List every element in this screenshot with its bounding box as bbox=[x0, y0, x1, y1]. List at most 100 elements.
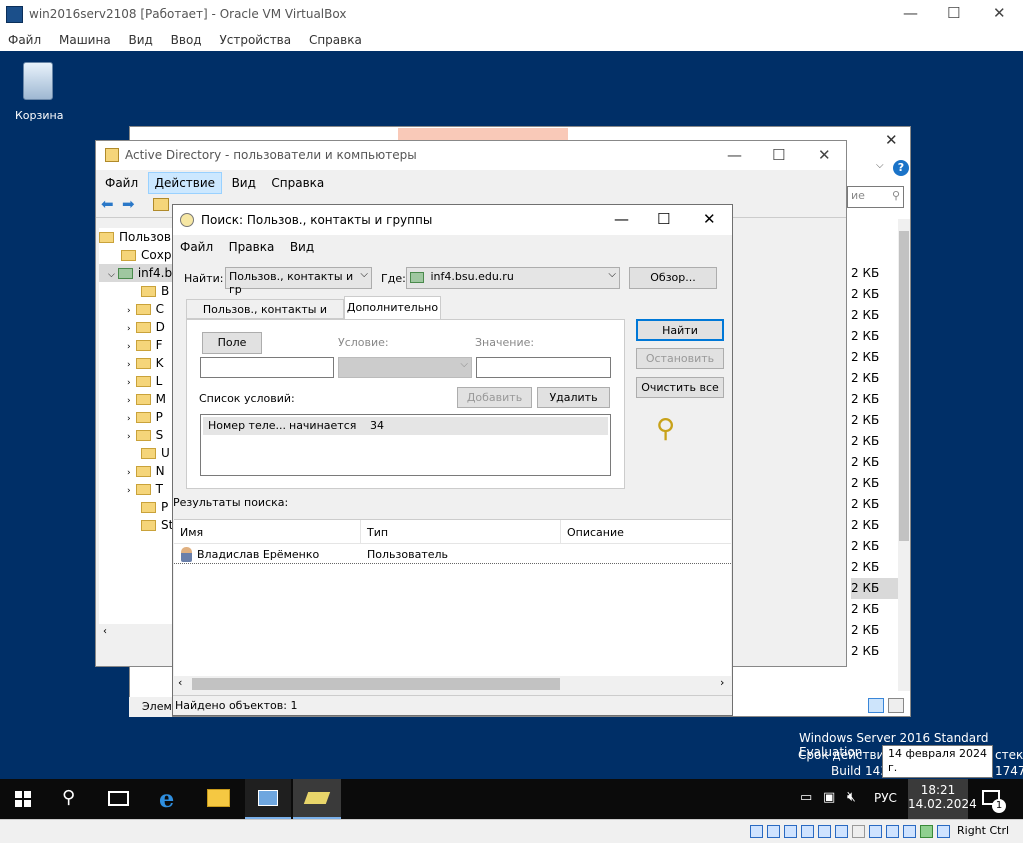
vbox-menu-input[interactable]: Ввод bbox=[171, 33, 202, 47]
col-description[interactable]: Описание bbox=[567, 526, 624, 539]
close-icon[interactable]: ✕ bbox=[993, 4, 1006, 22]
vbox-menu-help[interactable]: Справка bbox=[309, 33, 362, 47]
maximize-icon[interactable]: ☐ bbox=[657, 210, 670, 228]
tree-item[interactable]: › P bbox=[99, 408, 172, 426]
tree-domain[interactable]: ⌵ inf4.b bbox=[99, 264, 172, 282]
tree-item[interactable]: › D bbox=[99, 318, 172, 336]
remove-condition-button[interactable]: Удалить bbox=[537, 387, 610, 408]
search-taskbar-button[interactable] bbox=[293, 779, 341, 819]
value-input[interactable] bbox=[476, 357, 611, 378]
explorer-search-box[interactable]: ие ⚲ bbox=[847, 186, 904, 208]
size-cell-selected[interactable]: 2 КБ bbox=[851, 578, 903, 599]
tree-item[interactable]: P bbox=[99, 498, 172, 516]
file-explorer-icon[interactable] bbox=[207, 789, 230, 807]
usb-icon[interactable] bbox=[818, 824, 831, 838]
language-indicator[interactable]: РУС bbox=[874, 791, 897, 805]
audio-icon[interactable] bbox=[784, 824, 797, 838]
browse-button[interactable]: Обзор... bbox=[629, 267, 717, 289]
tree-item[interactable]: › N bbox=[99, 462, 172, 480]
vbox-menu-devices[interactable]: Устройства bbox=[219, 33, 291, 47]
field-button[interactable]: Поле bbox=[202, 332, 262, 354]
condition-list[interactable]: Номер теле... начинается 34 bbox=[200, 414, 611, 476]
minimize-icon[interactable]: — bbox=[903, 4, 918, 22]
hdd-icon[interactable] bbox=[750, 824, 763, 838]
video-capture-icon[interactable] bbox=[869, 824, 882, 838]
vt-icon[interactable] bbox=[903, 824, 916, 838]
close-icon[interactable]: ✕ bbox=[703, 210, 716, 228]
ad-menu-view[interactable]: Вид bbox=[226, 173, 262, 193]
col-type[interactable]: Тип bbox=[367, 526, 388, 539]
ad-menu-file[interactable]: Файл bbox=[99, 173, 144, 193]
col-name[interactable]: Имя bbox=[180, 526, 203, 539]
tree-item[interactable]: › S bbox=[99, 426, 172, 444]
ad-menu-action[interactable]: Действие bbox=[147, 172, 223, 194]
tiles-view-icon[interactable] bbox=[888, 698, 904, 713]
forward-arrow-icon[interactable]: ➡ bbox=[122, 195, 135, 213]
speaker-muted-icon[interactable]: 🔇︎ bbox=[847, 789, 856, 805]
ad-tree-hscroll[interactable]: ‹ bbox=[99, 624, 172, 640]
clock[interactable]: 18:21 14.02.2024 bbox=[908, 779, 977, 819]
find-now-button[interactable]: Найти bbox=[636, 319, 724, 341]
network-adapter-icon[interactable] bbox=[801, 824, 814, 838]
details-view-icon[interactable] bbox=[868, 698, 884, 713]
col-divider bbox=[360, 520, 361, 543]
find-select[interactable]: Пользов., контакты и гр ⌵ bbox=[225, 267, 372, 296]
cpu-icon[interactable] bbox=[886, 824, 899, 838]
optical-drive-icon[interactable] bbox=[767, 824, 780, 838]
tree-item[interactable]: › K bbox=[99, 354, 172, 372]
tree-item[interactable]: › C bbox=[99, 300, 172, 318]
shared-folders-icon[interactable] bbox=[835, 824, 848, 838]
tab-advanced[interactable]: Дополнительно bbox=[344, 296, 441, 320]
recycle-bin-icon[interactable] bbox=[19, 62, 57, 106]
vbox-menu-file[interactable]: Файл bbox=[8, 33, 41, 47]
task-view-icon[interactable] bbox=[108, 791, 129, 806]
add-condition-button[interactable]: Добавить bbox=[457, 387, 532, 408]
condition-select[interactable]: ⌵ bbox=[338, 357, 472, 378]
chevron-down-icon[interactable]: ⌵ bbox=[876, 160, 884, 171]
help-icon[interactable]: ? bbox=[893, 160, 909, 176]
tree-item[interactable]: › F bbox=[99, 336, 172, 354]
display-icon[interactable] bbox=[852, 824, 865, 838]
tab-users-contacts-groups[interactable]: Пользов., контакты и группы bbox=[186, 299, 344, 335]
tree-item[interactable]: › L bbox=[99, 372, 172, 390]
maximize-icon[interactable]: ☐ bbox=[772, 146, 785, 164]
tree-saved-queries[interactable]: Сохр bbox=[99, 246, 172, 264]
minimize-icon[interactable]: — bbox=[727, 146, 742, 164]
power-icon[interactable]: ▭ bbox=[800, 790, 812, 805]
scroll-thumb[interactable] bbox=[192, 678, 560, 690]
maximize-icon[interactable]: ☐ bbox=[947, 4, 960, 22]
up-folder-icon[interactable] bbox=[153, 198, 169, 211]
tree-item[interactable]: St bbox=[99, 516, 173, 534]
watermark-line2: Срок действия bbox=[798, 748, 892, 762]
stop-button[interactable]: Остановить bbox=[636, 348, 724, 369]
search-menu-file[interactable]: Файл bbox=[174, 237, 219, 257]
windows-start-icon[interactable] bbox=[15, 791, 31, 807]
network-icon[interactable]: ▣ bbox=[823, 790, 835, 805]
tree-item[interactable]: › T bbox=[99, 480, 172, 498]
search-menu-view[interactable]: Вид bbox=[284, 237, 320, 257]
search-menu-edit[interactable]: Правка bbox=[223, 237, 281, 257]
vbox-menu-view[interactable]: Вид bbox=[129, 33, 153, 47]
condition-row[interactable]: Номер теле... начинается 34 bbox=[203, 417, 608, 435]
back-arrow-icon[interactable]: ⬅ bbox=[101, 195, 114, 213]
tree-item[interactable]: › M bbox=[99, 390, 172, 408]
tree-item[interactable]: U bbox=[99, 444, 172, 462]
where-select[interactable]: inf4.bsu.edu.ru ⌵ bbox=[406, 267, 620, 289]
clear-all-button[interactable]: Очистить все bbox=[636, 377, 724, 398]
tree-item[interactable]: B bbox=[99, 282, 172, 300]
close-icon[interactable]: ✕ bbox=[818, 146, 831, 164]
table-row[interactable]: Владислав Ерёменко Пользователь bbox=[174, 545, 731, 564]
field-input[interactable] bbox=[200, 357, 334, 378]
explorer-close-icon[interactable]: ✕ bbox=[885, 131, 898, 149]
keyboard-capture-icon[interactable] bbox=[937, 824, 950, 838]
ad-menu-help[interactable]: Справка bbox=[265, 173, 330, 193]
minimize-icon[interactable]: — bbox=[614, 210, 629, 228]
explorer-scrollbar[interactable] bbox=[898, 219, 910, 691]
internet-explorer-icon[interactable]: e bbox=[159, 784, 174, 813]
results-hscroll[interactable]: ‹ › bbox=[174, 676, 731, 692]
tree-root[interactable]: Пользов bbox=[99, 228, 172, 246]
search-icon[interactable]: ⚲ bbox=[62, 787, 75, 808]
mouse-integration-icon[interactable] bbox=[920, 824, 933, 838]
ad-taskbar-button[interactable] bbox=[245, 779, 291, 819]
vbox-menu-machine[interactable]: Машина bbox=[59, 33, 111, 47]
